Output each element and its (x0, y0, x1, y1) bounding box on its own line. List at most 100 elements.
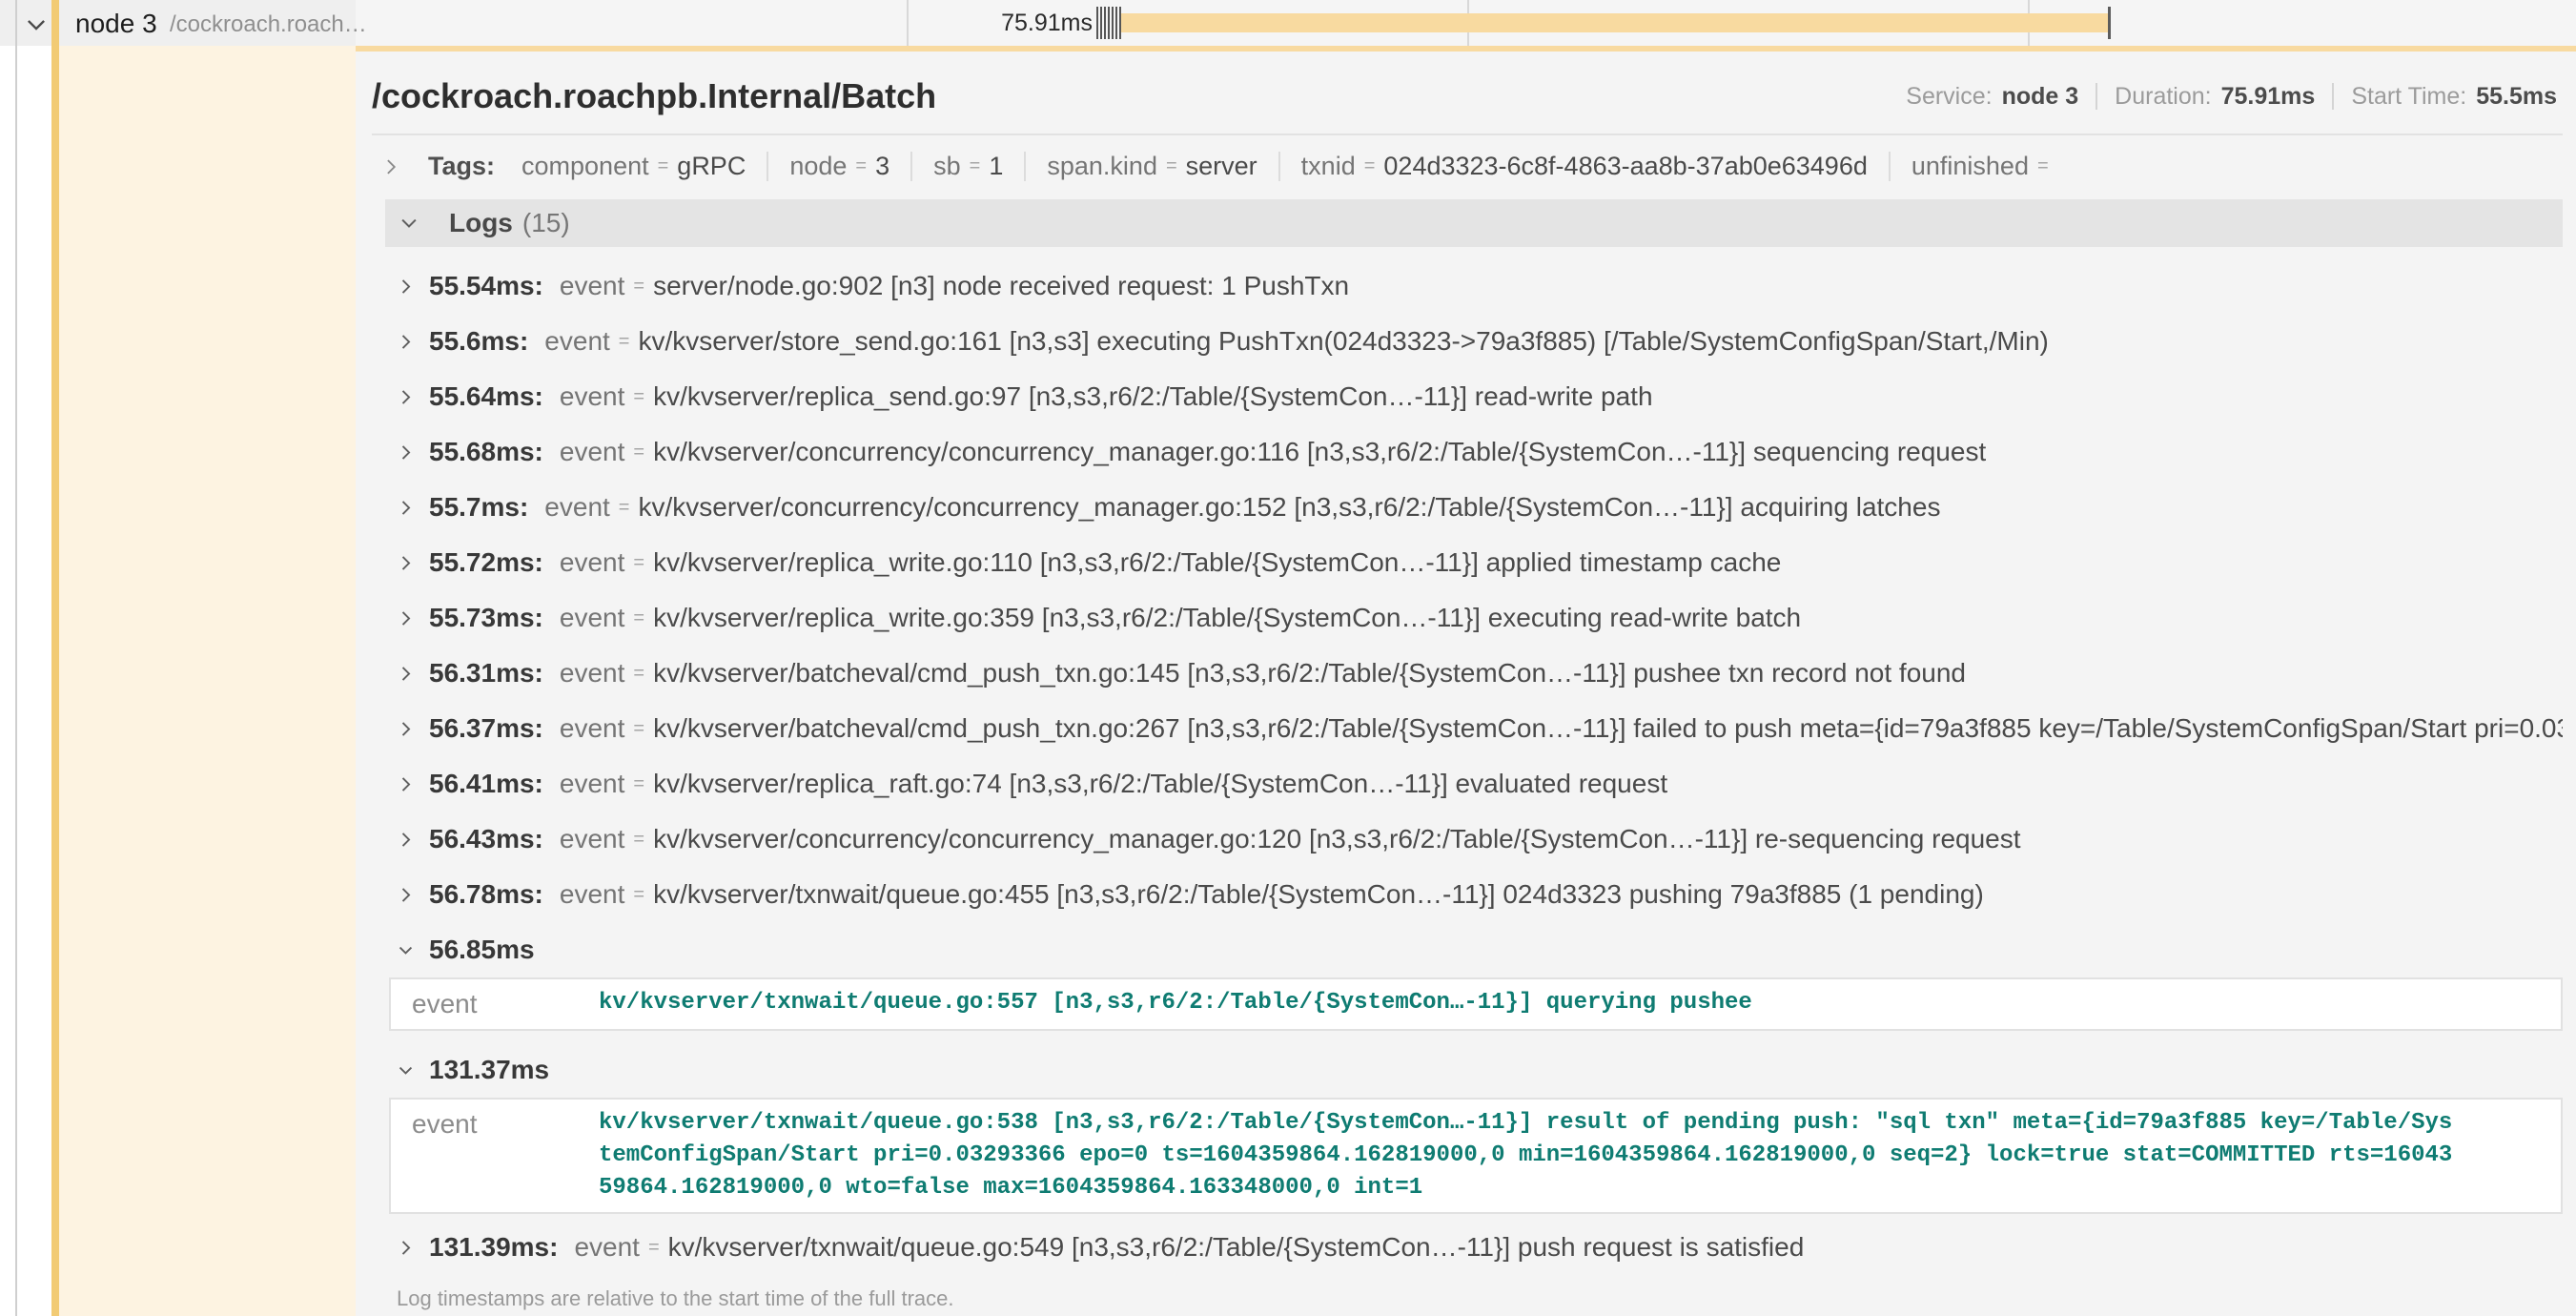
log-field-key: event (560, 769, 625, 799)
log-message: kv/kvserver/replica_write.go:110 [n3,s3,… (653, 547, 1781, 578)
log-message: kv/kvserver/concurrency/concurrency_mana… (653, 437, 1986, 467)
chevron-right-icon (381, 157, 400, 176)
log-field-key: event (560, 879, 625, 910)
tag-item[interactable]: component=gRPC (501, 152, 768, 181)
logs-section: Logs (15) 55.54ms:event=server/node.go:9… (385, 199, 2563, 1316)
span-operation-title: /cockroach.roachpb.Internal/Batch (372, 76, 936, 116)
tag-value: gRPC (677, 152, 746, 181)
span-log-ticks (1096, 7, 1123, 39)
log-message: kv/kvserver/concurrency/concurrency_mana… (653, 824, 2020, 854)
log-entry-row[interactable]: 56.31ms:event=kv/kvserver/batcheval/cmd_… (385, 657, 2563, 689)
span-detail-panel: /cockroach.roachpb.Internal/Batch Servic… (356, 46, 2576, 1316)
log-timestamp: 56.78ms: (429, 879, 543, 910)
log-timestamp: 56.41ms: (429, 769, 543, 799)
tag-item[interactable]: unfinished= (1891, 152, 2078, 181)
logs-title: Logs (449, 208, 513, 238)
log-detail-value: kv/kvserver/txnwait/queue.go:557 [n3,s3,… (599, 987, 1752, 1021)
log-entry-row[interactable]: 55.73ms: event = kv/kvserver/replica_write.… (385, 602, 2563, 634)
tag-item[interactable]: node=3 (768, 152, 912, 181)
column-divider (15, 0, 17, 1316)
log-entry-row[interactable]: 56.78ms:event=kv/kvserver/txnwait/queue.… (385, 878, 2563, 911)
equals-sign: = (633, 607, 644, 629)
chevron-right-icon (397, 775, 415, 793)
equals-sign: = (633, 276, 644, 298)
tag-item[interactable]: txnid=024d3323-6c8f-4863-aa8b-37ab0e6349… (1280, 152, 1891, 181)
equals-sign: = (970, 155, 981, 177)
span-detail-header: /cockroach.roachpb.Internal/Batch Servic… (372, 51, 2563, 134)
log-entry-row-expanded[interactable]: 56.85ms (385, 934, 2563, 966)
selected-row-highlight (58, 46, 356, 1316)
log-timestamp: 56.31ms: (429, 658, 543, 689)
log-entry-row[interactable]: 131.39ms:event=kv/kvserver/txnwait/queue… (385, 1231, 2563, 1264)
log-entry-row[interactable]: 55.68ms:event=kv/kvserver/concurrency/co… (385, 436, 2563, 468)
log-message: kv/kvserver/batcheval/cmd_push_txn.go:14… (653, 658, 1966, 689)
log-entry-row-expanded[interactable]: 131.37ms (385, 1054, 2563, 1086)
log-timestamp: 55.64ms: (429, 381, 543, 412)
span-operation-name[interactable]: /cockroach.roach… (170, 11, 367, 38)
stat-label: Service: (1906, 83, 1992, 111)
equals-sign: = (633, 552, 644, 574)
tag-item[interactable]: span.kind=server (1026, 152, 1279, 181)
trace-detail-view: node 3 /cockroach.roach… 75.91ms /cockro… (0, 0, 2576, 1316)
log-timestamp: 56.43ms: (429, 824, 543, 854)
tag-value: 3 (875, 152, 889, 181)
stat-label: Duration: (2115, 83, 2211, 111)
tag-value: server (1186, 152, 1257, 181)
tag-item[interactable]: sb = 1 (912, 152, 1026, 181)
chevron-right-icon (397, 278, 415, 296)
chevron-right-icon (397, 665, 415, 683)
span-duration-bar[interactable] (1121, 13, 2109, 32)
equals-sign: = (648, 1237, 660, 1259)
timeline-gridline (907, 0, 909, 46)
equals-sign: = (633, 663, 644, 685)
log-entry-row[interactable]: 56.37ms:event=kv/kvserver/batcheval/cmd_… (385, 712, 2563, 745)
log-entry-row[interactable]: 55.64ms:event=kv/kvserver/replica_send.g… (385, 380, 2563, 413)
log-rows: 55.54ms:event=server/node.go:902 [n3] no… (385, 247, 2563, 1264)
span-duration-label: 75.91ms (1001, 10, 1093, 37)
log-detail-value: kv/kvserver/txnwait/queue.go:538 [n3,s3,… (599, 1107, 2465, 1204)
tags-row[interactable]: Tags: component=gRPCnode=3sb=1span.kind=… (372, 135, 2563, 194)
equals-sign: = (633, 386, 644, 408)
log-entry-row[interactable]: 56.43ms:event=kv/kvserver/concurrency/co… (385, 823, 2563, 855)
chevron-right-icon (397, 1239, 415, 1257)
equals-sign: = (855, 155, 867, 177)
log-field-key: event (560, 603, 625, 633)
log-field-key: event (544, 326, 610, 357)
tag-key: component (521, 152, 649, 181)
stat-value: node 3 (2002, 83, 2079, 111)
log-entry-row[interactable]: 55.54ms:event=server/node.go:902 [n3] no… (385, 270, 2563, 302)
equals-sign: = (619, 497, 630, 519)
equals-sign: = (633, 718, 644, 740)
log-detail-key: event (391, 1107, 599, 1204)
span-timeline-row[interactable]: node 3 /cockroach.roach… 75.91ms (0, 0, 2576, 46)
log-timestamp: 55.72ms: (429, 547, 543, 578)
log-entry-row[interactable]: 55.7ms:event=kv/kvserver/concurrency/con… (385, 491, 2563, 524)
chevron-right-icon (397, 554, 415, 572)
equals-sign: = (619, 331, 630, 353)
tag-key: txnid (1301, 152, 1356, 181)
log-message: kv/kvserver/txnwait/queue.go:549 [n3,s3,… (668, 1232, 1805, 1263)
log-timestamp: 55.73ms: (429, 603, 543, 633)
log-detail-table: eventkv/kvserver/txnwait/queue.go:557 [n… (389, 977, 2563, 1031)
log-entry-row[interactable]: 55.6ms:event=kv/kvserver/store_send.go:1… (385, 325, 2563, 358)
chevron-down-icon[interactable] (24, 12, 49, 37)
log-message: kv/kvserver/concurrency/concurrency_mana… (638, 492, 1940, 523)
log-detail-key: event (391, 987, 599, 1021)
span-end-marker (2108, 7, 2111, 39)
log-entry-row[interactable]: 56.41ms:event=kv/kvserver/replica_raft.g… (385, 768, 2563, 800)
equals-sign: = (1364, 155, 1376, 177)
log-field-key: event (560, 437, 625, 467)
chevron-right-icon (397, 609, 415, 627)
log-field-key: event (574, 1232, 640, 1263)
log-message: kv/kvserver/replica_write.go:359 [n3,s3,… (653, 603, 1801, 633)
equals-sign: = (633, 884, 644, 906)
stat-separator (2096, 83, 2097, 110)
logs-header[interactable]: Logs (15) (385, 199, 2563, 247)
tag-value: 1 (989, 152, 1003, 181)
log-field-key: event (560, 271, 625, 301)
stat-value: 55.5ms (2476, 83, 2557, 111)
equals-sign: = (633, 773, 644, 795)
span-service-name[interactable]: node 3 (75, 9, 157, 39)
log-entry-row[interactable]: 55.72ms:event=kv/kvserver/replica_write.… (385, 546, 2563, 579)
tag-key: sb (933, 152, 961, 181)
